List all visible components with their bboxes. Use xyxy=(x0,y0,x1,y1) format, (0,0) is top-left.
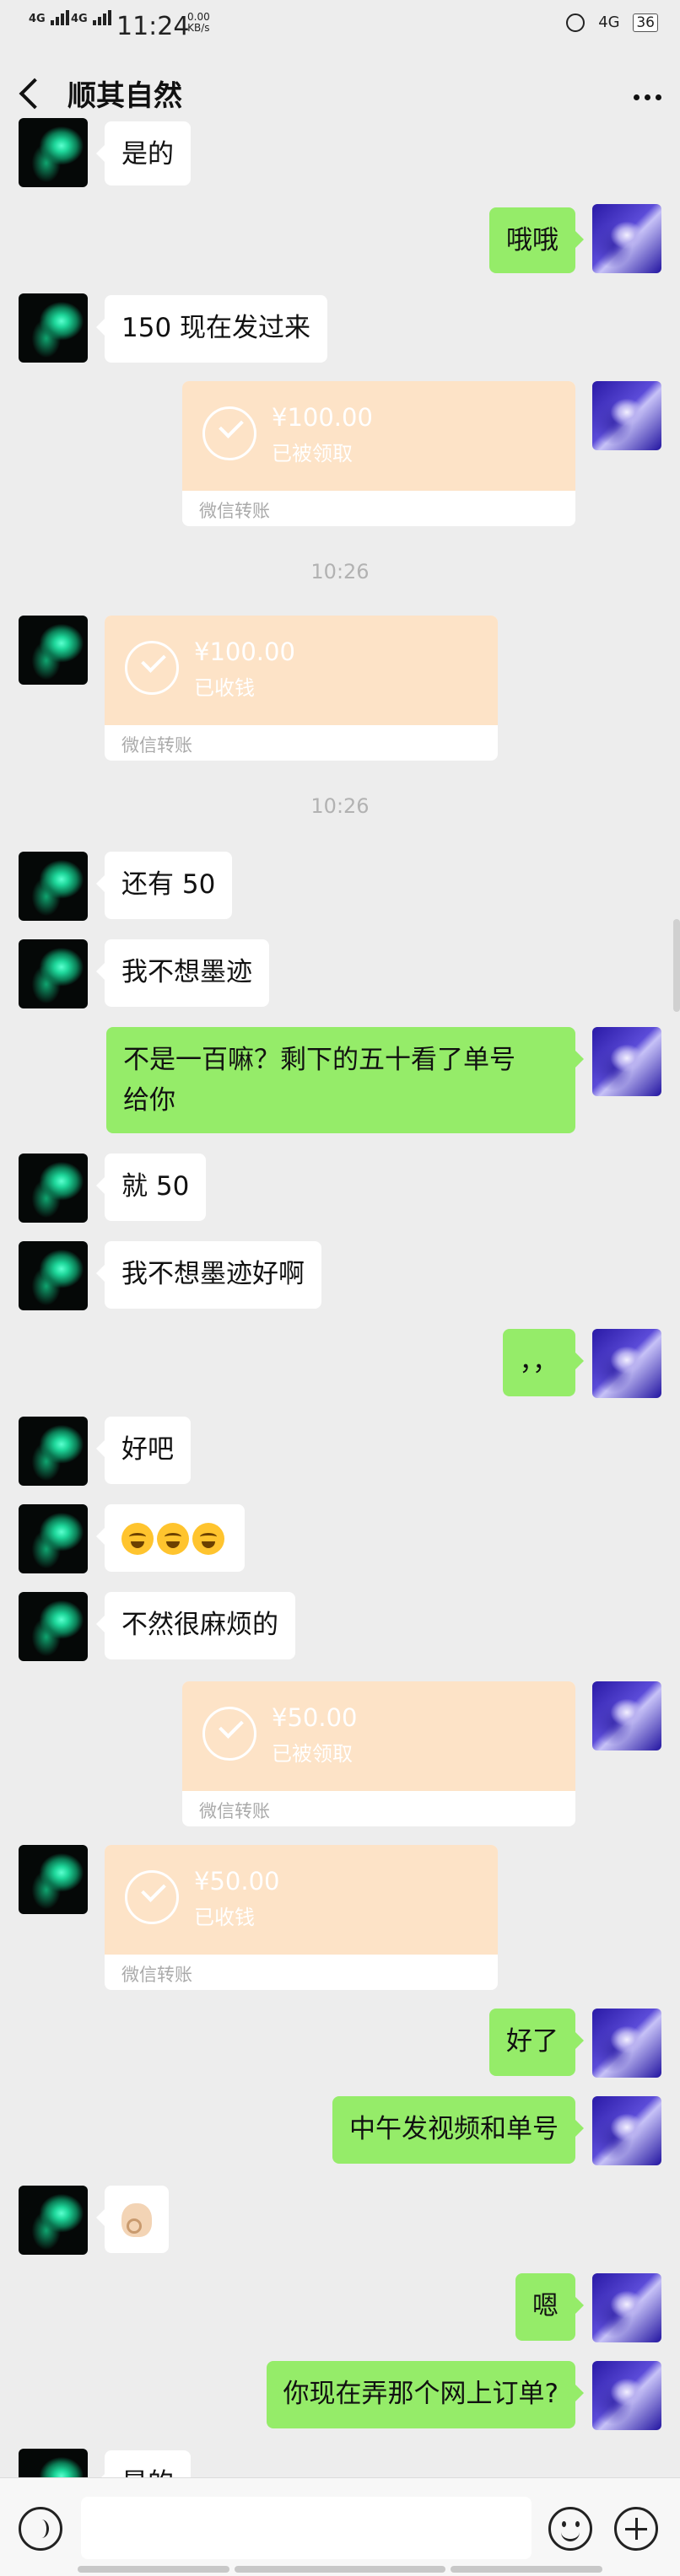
message-bubble[interactable]: 我不想墨迹好啊 xyxy=(96,1241,321,1309)
transfer-amount: ¥50.00 xyxy=(194,1867,280,1896)
signal-indicator-2: 4G xyxy=(71,10,113,25)
ok-hand-emoji-icon xyxy=(121,2202,152,2237)
contact-avatar[interactable] xyxy=(19,616,88,685)
user-avatar[interactable] xyxy=(592,1329,661,1398)
message-input[interactable] xyxy=(81,2497,532,2559)
user-avatar[interactable] xyxy=(592,2096,661,2165)
network-speed: 0.00 KB/s xyxy=(187,12,210,34)
contact-avatar[interactable] xyxy=(19,852,88,921)
user-avatar[interactable] xyxy=(592,1027,661,1096)
emoji-icon[interactable] xyxy=(548,2507,592,2551)
message-line: 不是一百嘛？剩下的五十看了单号 xyxy=(123,1045,515,1075)
message-bubble[interactable]: 是的 xyxy=(96,121,191,186)
message-bubble[interactable]: 中午发视频和单号 xyxy=(332,2096,584,2164)
user-avatar[interactable] xyxy=(592,204,661,273)
user-avatar[interactable] xyxy=(592,381,661,450)
more-dots-icon[interactable] xyxy=(629,88,661,104)
contact-avatar[interactable] xyxy=(19,1241,88,1310)
transfer-card-body: ¥50.00 已收钱 xyxy=(105,1845,498,1955)
contact-avatar[interactable] xyxy=(19,293,88,363)
back-arrow-icon[interactable] xyxy=(19,78,51,110)
message-bubble[interactable]: ，， xyxy=(502,1329,584,1396)
status-right: 4G 36 xyxy=(558,13,658,32)
signal-label: 4G xyxy=(29,13,46,25)
message-bubble[interactable]: 好吧 xyxy=(96,1417,191,1484)
transfer-amount: ¥50.00 xyxy=(272,1703,358,1732)
contact-avatar[interactable] xyxy=(19,1592,88,1661)
contact-avatar[interactable] xyxy=(19,1504,88,1573)
check-circle-icon xyxy=(125,1870,179,1924)
message-bubble[interactable]: 不是一百嘛？剩下的五十看了单号 给你 xyxy=(106,1027,584,1133)
transfer-label: 微信转账 xyxy=(121,735,192,756)
transfer-card-body: ¥50.00 已被领取 xyxy=(182,1681,575,1791)
check-circle-icon xyxy=(125,641,179,695)
laughing-emoji-icon xyxy=(157,1522,189,1555)
chat-title: 顺其自然 xyxy=(67,79,182,113)
message-line: 给你 xyxy=(123,1085,175,1116)
user-avatar[interactable] xyxy=(592,2273,661,2342)
message-bubble[interactable]: 我不想墨迹 xyxy=(96,939,269,1007)
contact-avatar[interactable] xyxy=(19,1845,88,1914)
message-bubble[interactable]: 嗯 xyxy=(515,2273,584,2341)
laughing-emoji-icon xyxy=(192,1522,224,1555)
transfer-card[interactable]: ¥100.00 已收钱 微信转账 xyxy=(105,616,498,761)
chat-header: 顺其自然 xyxy=(0,56,680,133)
transfer-card-body: ¥100.00 已收钱 xyxy=(105,616,498,725)
transfer-amount: ¥100.00 xyxy=(272,403,373,432)
transfer-card[interactable]: ¥50.00 已被领取 微信转账 xyxy=(182,1681,575,1826)
network-type: 4G xyxy=(598,13,620,31)
message-bubble[interactable]: 就 50 xyxy=(95,1154,207,1221)
alarm-icon xyxy=(566,13,586,32)
check-circle-icon xyxy=(202,1707,256,1761)
transfer-label: 微信转账 xyxy=(199,501,270,521)
transfer-card[interactable]: ¥50.00 已收钱 微信转账 xyxy=(105,1845,498,1990)
check-circle-icon xyxy=(202,406,256,460)
transfer-card-body: ¥100.00 已被领取 xyxy=(182,381,575,491)
transfer-status: 已收钱 xyxy=(194,1906,255,1929)
emoji-message[interactable] xyxy=(96,1504,245,1572)
user-avatar[interactable] xyxy=(592,1681,661,1750)
message-bubble[interactable]: 150 现在发过来 xyxy=(95,295,328,363)
message-bubble[interactable]: 哦哦 xyxy=(489,207,584,273)
contact-avatar[interactable] xyxy=(19,118,88,187)
transfer-label: 微信转账 xyxy=(199,1801,270,1821)
nav-hint xyxy=(235,2566,445,2573)
emoji-message[interactable] xyxy=(96,2186,169,2253)
contact-avatar[interactable] xyxy=(19,1417,88,1486)
transfer-status: 已收钱 xyxy=(194,676,255,700)
scrollbar[interactable] xyxy=(673,919,680,1012)
contact-avatar[interactable] xyxy=(19,1154,88,1223)
clock: 11:24 xyxy=(116,12,190,41)
signal-indicator-1: 4G xyxy=(29,10,71,25)
battery-icon: 36 xyxy=(633,13,658,32)
transfer-label: 微信转账 xyxy=(121,1965,192,1985)
status-bar: 4G 4G 11:24 0.00 KB/s 4G 36 xyxy=(0,0,680,56)
contact-avatar[interactable] xyxy=(19,2186,88,2255)
input-bar xyxy=(0,2477,680,2576)
user-avatar[interactable] xyxy=(592,2009,661,2078)
signal-label: 4G xyxy=(71,13,88,25)
message-bubble[interactable]: 你现在弄那个网上订单? xyxy=(266,2361,585,2428)
message-bubble[interactable]: 好了 xyxy=(489,2009,584,2076)
laughing-emoji-icon xyxy=(121,1522,154,1555)
speed-unit: KB/s xyxy=(187,22,210,34)
contact-avatar[interactable] xyxy=(19,939,88,1008)
transfer-card[interactable]: ¥100.00 已被领取 微信转账 xyxy=(182,381,575,526)
user-avatar[interactable] xyxy=(592,2361,661,2430)
transfer-status: 已被领取 xyxy=(272,442,353,465)
nav-hint xyxy=(78,2566,229,2573)
message-bubble[interactable]: 不然很麻烦的 xyxy=(96,1592,295,1659)
transfer-amount: ¥100.00 xyxy=(194,637,295,666)
message-bubble[interactable]: 还有 50 xyxy=(95,852,233,919)
transfer-status: 已被领取 xyxy=(272,1742,353,1766)
timestamp: 10:26 xyxy=(310,560,370,583)
voice-icon[interactable] xyxy=(19,2507,62,2551)
nav-hint xyxy=(451,2566,602,2573)
timestamp: 10:26 xyxy=(310,794,370,818)
plus-icon[interactable] xyxy=(614,2507,658,2551)
